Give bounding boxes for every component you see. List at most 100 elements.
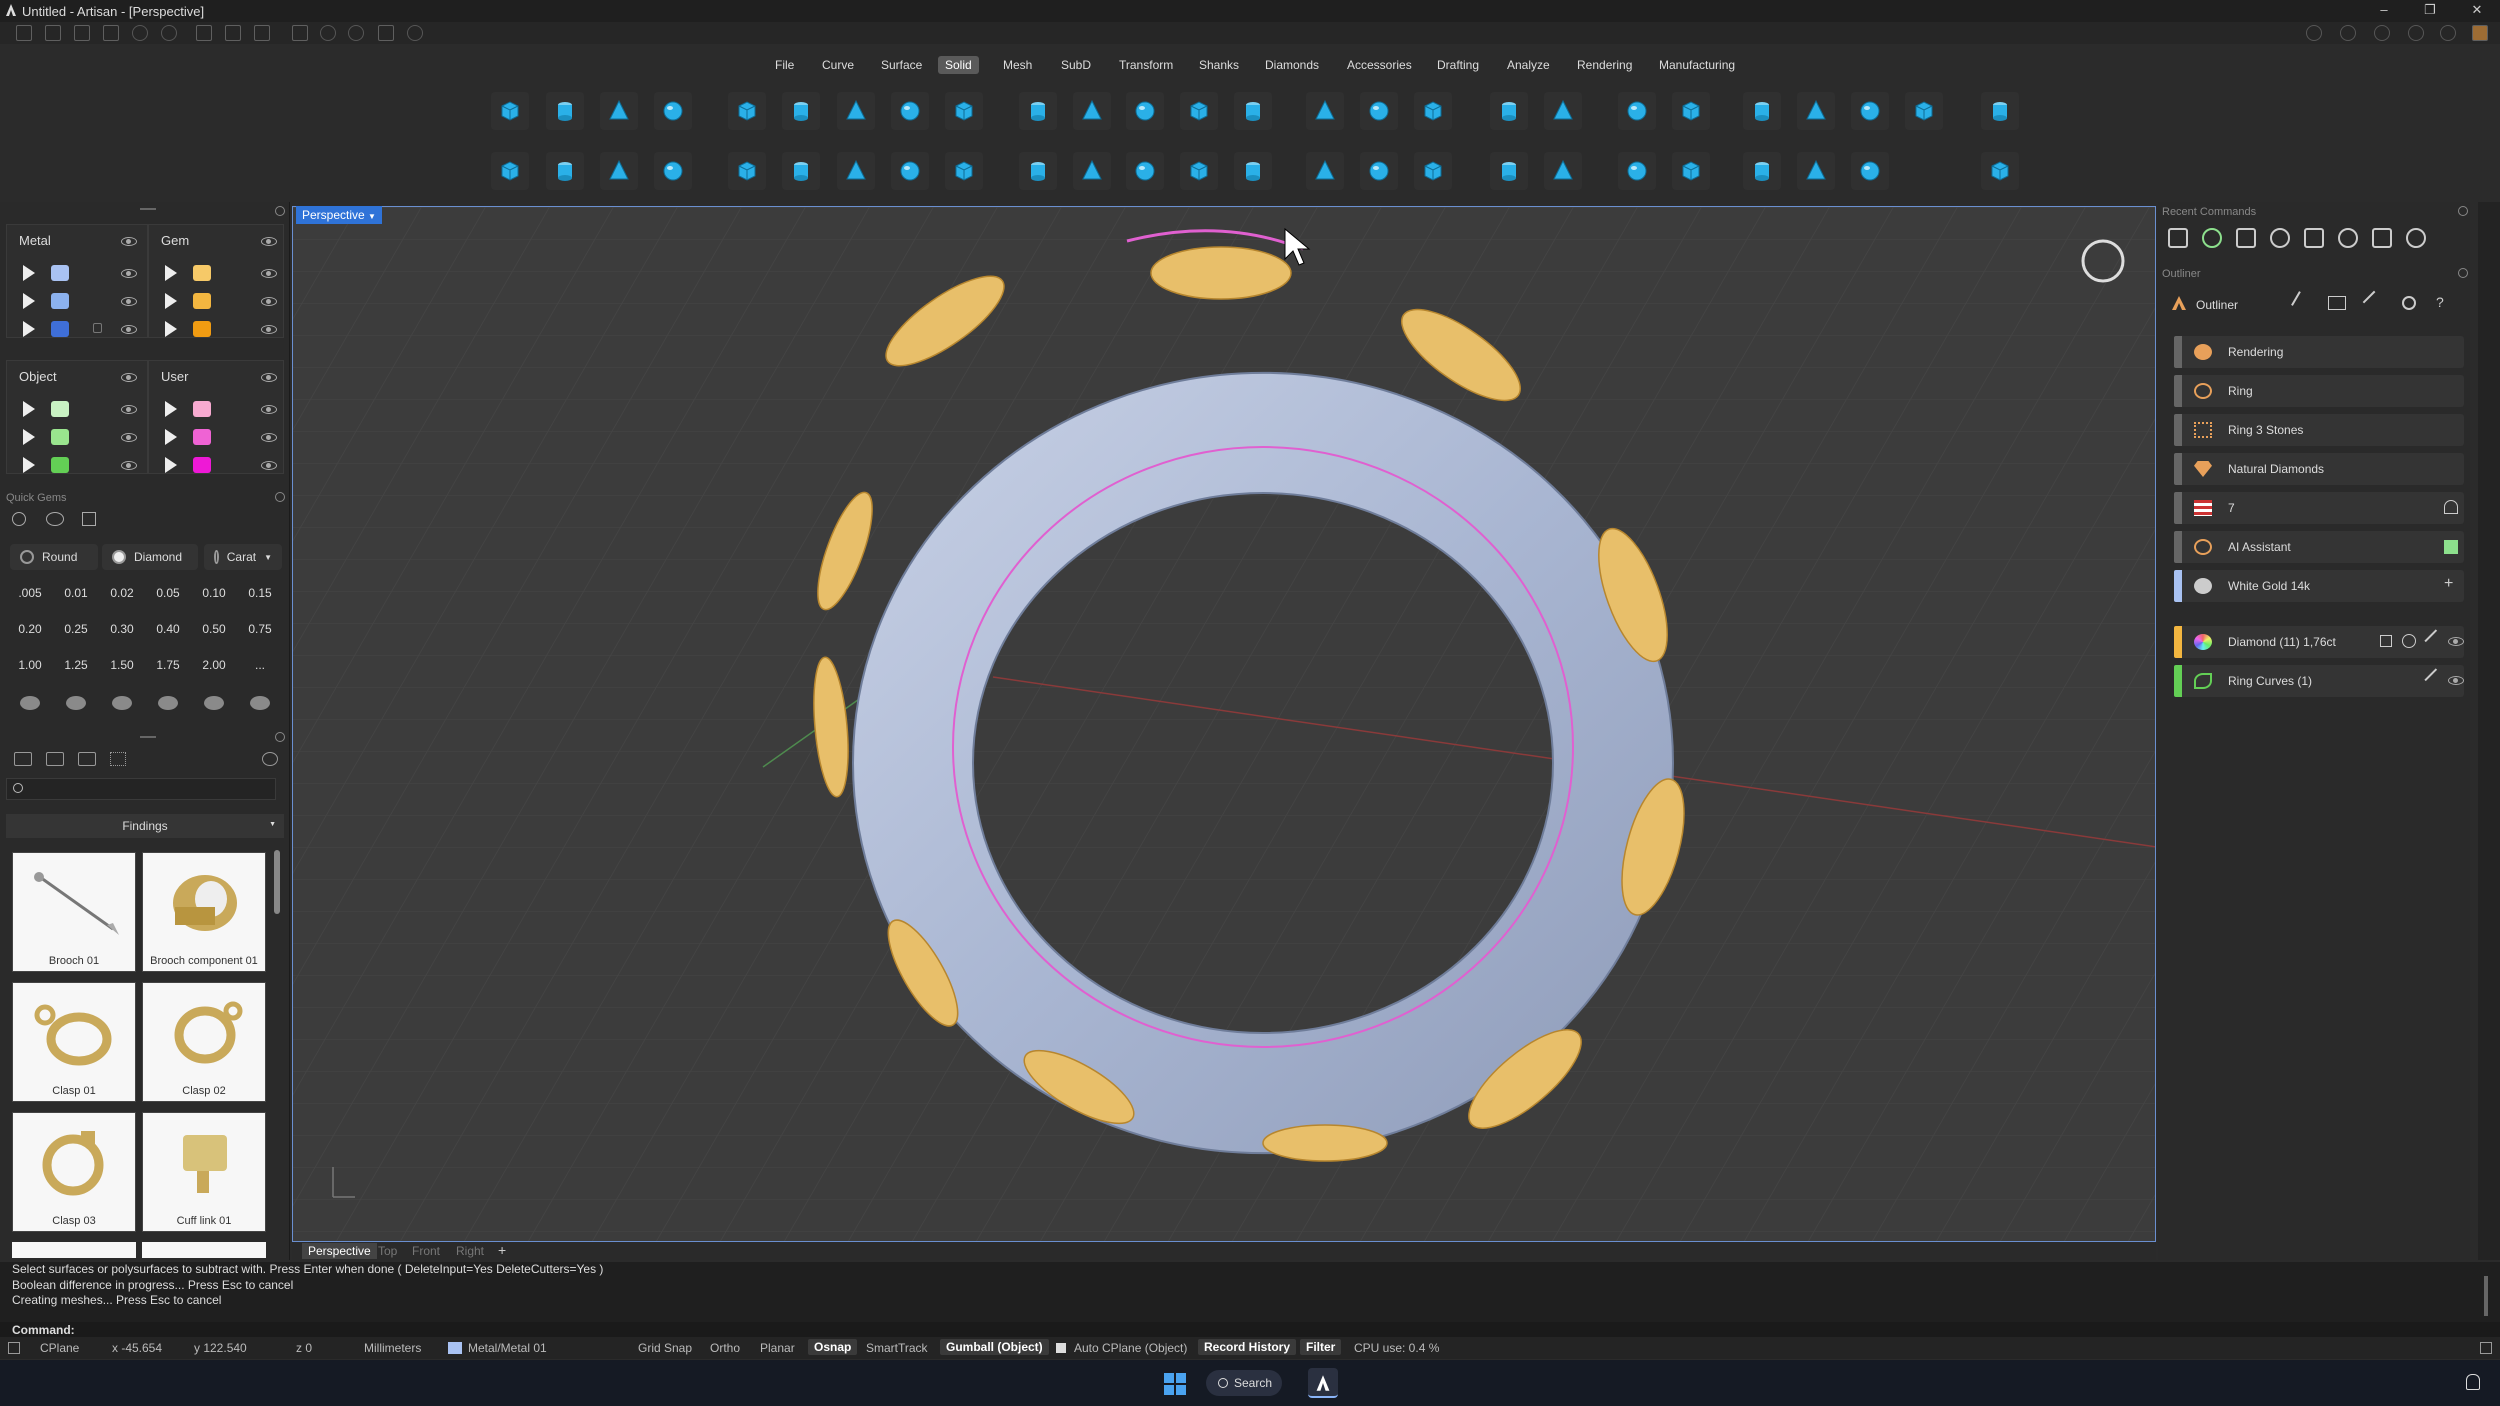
- gem-size-button[interactable]: ...: [242, 658, 278, 672]
- recent-command-icon[interactable]: [2202, 228, 2222, 248]
- solid-tool-icon-1-11[interactable]: [1073, 92, 1111, 130]
- library-item[interactable]: [12, 1242, 136, 1258]
- command-input[interactable]: Command:: [0, 1322, 2500, 1338]
- menu-accessories[interactable]: Accessories: [1340, 56, 1419, 74]
- menu-manufacturing[interactable]: Manufacturing: [1652, 56, 1742, 74]
- outliner-item-rendering[interactable]: Rendering: [2174, 336, 2464, 368]
- new-template-icon[interactable]: [45, 25, 61, 41]
- eye-icon[interactable]: [261, 269, 277, 278]
- toggle-gumball[interactable]: Gumball (Object): [940, 1339, 1049, 1355]
- solid-tool-icon-2-25[interactable]: [1981, 152, 2019, 190]
- close-icon[interactable]: ✕: [2465, 2, 2489, 20]
- solid-tool-icon-2-5[interactable]: [728, 152, 766, 190]
- gem-shape-icon[interactable]: [66, 696, 86, 710]
- play-icon[interactable]: [23, 457, 35, 473]
- solid-tool-icon-2-14[interactable]: [1234, 152, 1272, 190]
- help-icon[interactable]: ?: [2436, 294, 2444, 310]
- outliner-object-diamonds[interactable]: Diamond (11) 1,76ct: [2174, 626, 2464, 658]
- layer-color-swatch[interactable]: [51, 321, 69, 337]
- image-icon[interactable]: [78, 752, 96, 766]
- quick-gems-settings-icon[interactable]: [275, 492, 285, 502]
- panel-toggle-right-icon[interactable]: [2480, 1342, 2492, 1354]
- export-icon[interactable]: [254, 25, 270, 41]
- solid-tool-icon-2-17[interactable]: [1414, 152, 1452, 190]
- command-scrollbar[interactable]: [2484, 1276, 2488, 1316]
- gem-shape-icon[interactable]: [250, 696, 270, 710]
- redo-icon[interactable]: [161, 25, 177, 41]
- gem-size-button[interactable]: 0.50: [196, 622, 232, 636]
- eye-icon[interactable]: [261, 433, 277, 442]
- menu-transform[interactable]: Transform: [1112, 56, 1180, 74]
- gem-size-button[interactable]: 0.10: [196, 586, 232, 600]
- menu-file[interactable]: File: [768, 56, 801, 74]
- play-icon[interactable]: [23, 293, 35, 309]
- solid-tool-icon-2-2[interactable]: [546, 152, 584, 190]
- eye-icon[interactable]: [121, 405, 137, 414]
- gem-shape-icon[interactable]: [20, 696, 40, 710]
- solid-tool-icon-1-12[interactable]: [1126, 92, 1164, 130]
- toggle-smarttrack[interactable]: SmartTrack: [866, 1341, 928, 1355]
- measure-icon[interactable]: [292, 25, 308, 41]
- gem-size-button[interactable]: 0.20: [12, 622, 48, 636]
- eye-icon[interactable]: [121, 325, 137, 334]
- artisan-taskbar-button[interactable]: [1308, 1368, 1338, 1398]
- toggle-record-history[interactable]: Record History: [1198, 1339, 1297, 1355]
- solid-tool-icon-1-25[interactable]: [1905, 92, 1943, 130]
- tab-front[interactable]: Front: [412, 1244, 440, 1258]
- open-icon[interactable]: [74, 25, 90, 41]
- play-icon[interactable]: [23, 265, 35, 281]
- gem-material-dropdown[interactable]: Diamond: [102, 544, 198, 570]
- recent-command-icon[interactable]: [2406, 228, 2426, 248]
- info-icon[interactable]: [2340, 25, 2356, 41]
- settings-tool-icon[interactable]: [407, 25, 423, 41]
- solid-tool-icon-2-16[interactable]: [1360, 152, 1398, 190]
- menu-curve[interactable]: Curve: [815, 56, 861, 74]
- play-icon[interactable]: [165, 265, 177, 281]
- gem-size-button[interactable]: 1.25: [58, 658, 94, 672]
- library-scrollbar[interactable]: [274, 850, 280, 914]
- solid-tool-icon-1-17[interactable]: [1414, 92, 1452, 130]
- eye-icon[interactable]: [2448, 676, 2464, 685]
- layer-color-swatch[interactable]: [193, 457, 211, 473]
- solid-tool-icon-1-26[interactable]: [1981, 92, 2019, 130]
- gem-shape-icon[interactable]: [158, 696, 178, 710]
- recent-command-icon[interactable]: [2236, 228, 2256, 248]
- solid-tool-icon-2-9[interactable]: [945, 152, 983, 190]
- auto-cplane-checkbox[interactable]: [1056, 1343, 1066, 1353]
- snap-tool-icon[interactable]: [320, 25, 336, 41]
- refresh-icon[interactable]: [2402, 296, 2416, 310]
- layer-color-swatch[interactable]: [51, 401, 69, 417]
- recent-command-icon[interactable]: [2168, 228, 2188, 248]
- library-settings-icon[interactable]: [275, 732, 285, 742]
- gem-size-button[interactable]: 1.50: [104, 658, 140, 672]
- recent-command-icon[interactable]: [2304, 228, 2324, 248]
- balance-icon[interactable]: [2328, 296, 2346, 310]
- solid-tool-icon-1-10[interactable]: [1019, 92, 1057, 130]
- recent-command-icon[interactable]: [2338, 228, 2358, 248]
- recent-settings-icon[interactable]: [2458, 206, 2468, 216]
- finger-size-icon[interactable]: [2444, 500, 2458, 514]
- gem-size-button[interactable]: 0.01: [58, 586, 94, 600]
- eye-icon[interactable]: [261, 325, 277, 334]
- pick-icon[interactable]: [2291, 291, 2313, 313]
- viewport-label[interactable]: Perspective ▼: [296, 206, 382, 224]
- solid-tool-icon-2-4[interactable]: [654, 152, 692, 190]
- toggle-grid-snap[interactable]: Grid Snap: [638, 1341, 692, 1355]
- play-icon[interactable]: [165, 429, 177, 445]
- solid-tool-icon-2-23[interactable]: [1797, 152, 1835, 190]
- menu-diamonds[interactable]: Diamonds: [1258, 56, 1326, 74]
- oval-cut-icon[interactable]: [46, 512, 64, 526]
- eye-icon[interactable]: [121, 373, 137, 382]
- open-folder-icon[interactable]: [103, 25, 119, 41]
- viewport[interactable]: [292, 206, 2156, 1242]
- play-icon[interactable]: [23, 401, 35, 417]
- eye-icon[interactable]: [261, 237, 277, 246]
- layers-mini-icon[interactable]: [2374, 25, 2390, 41]
- solid-tool-icon-1-23[interactable]: [1797, 92, 1835, 130]
- library-item[interactable]: Brooch 01: [12, 852, 136, 972]
- round-cut-icon[interactable]: [12, 512, 26, 526]
- refresh-library-icon[interactable]: [262, 752, 278, 766]
- menu-drafting[interactable]: Drafting: [1430, 56, 1486, 74]
- layer-color-swatch[interactable]: [51, 265, 69, 281]
- panel-settings-icon[interactable]: [275, 206, 285, 216]
